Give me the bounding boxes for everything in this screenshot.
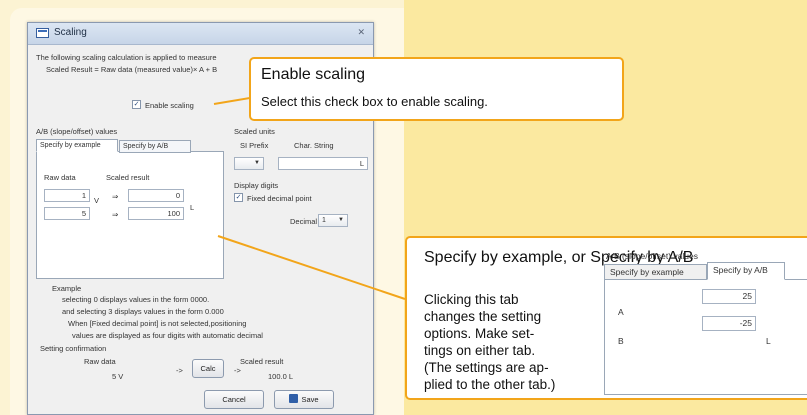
confirm-scaled-header: Scaled result bbox=[240, 357, 284, 366]
dropdown-arrow-icon: ▼ bbox=[254, 160, 260, 166]
scaled-result-1-input[interactable]: 0 bbox=[128, 189, 184, 202]
mini-b-label: B bbox=[618, 336, 624, 346]
save-label: Save bbox=[301, 395, 319, 404]
confirm-arrow-left: -> bbox=[176, 366, 183, 375]
callout-enable-title: Enable scaling bbox=[261, 66, 366, 83]
fixed-decimal-checkbox[interactable]: ✓ bbox=[234, 193, 243, 202]
save-button[interactable]: Save bbox=[274, 390, 334, 409]
mini-b-input[interactable]: -25 bbox=[702, 316, 756, 331]
raw-data-2-input[interactable]: 5 bbox=[44, 207, 90, 220]
confirm-raw-value: 5 V bbox=[112, 372, 124, 381]
tab-specify-by-ab[interactable]: Specify by A/B bbox=[119, 140, 191, 153]
mini-a-label: A bbox=[618, 307, 624, 317]
mini-ab-panel: A/B (slope/offset) values Specify by exa… bbox=[604, 251, 807, 395]
tab-specify-by-example[interactable]: Specify by example bbox=[36, 139, 118, 152]
intro-text: The following scaling calculation is app… bbox=[36, 53, 217, 62]
setting-confirmation-label: Setting confirmation bbox=[40, 344, 107, 353]
raw-data-1-input[interactable]: 1 bbox=[44, 189, 90, 202]
example-line-3: When [Fixed decimal point] is not select… bbox=[68, 319, 247, 328]
callout-specify-body: Clicking this tab changes the setting op… bbox=[424, 291, 604, 393]
callout-body-line: plied to the other tab.) bbox=[424, 377, 556, 392]
raw-unit-1: V bbox=[94, 196, 100, 205]
confirm-scaled-value: 100.0 L bbox=[268, 372, 294, 381]
decimal-value: 1 bbox=[322, 217, 326, 224]
scaled-result-2-input[interactable]: 100 bbox=[128, 207, 184, 220]
example-line-2: and selecting 3 displays values in the f… bbox=[62, 307, 224, 316]
arrow-1: ⇒ bbox=[112, 192, 119, 201]
ab-group-label: A/B (slope/offset) values bbox=[36, 127, 118, 136]
window-icon bbox=[36, 28, 49, 38]
cancel-button[interactable]: Cancel bbox=[204, 390, 264, 409]
mini-group-label: A/B (slope/offset) values bbox=[606, 251, 698, 261]
confirm-raw-header: Raw data bbox=[84, 357, 116, 366]
raw-data-header: Raw data bbox=[44, 173, 76, 182]
dialog-titlebar: Scaling ✕ bbox=[28, 23, 373, 45]
enable-scaling-checkbox[interactable]: ✓ bbox=[132, 100, 141, 109]
callout-enable-scaling: Enable scaling Select this check box to … bbox=[249, 57, 624, 121]
example-line-4: values are displayed as four digits with… bbox=[72, 331, 263, 340]
dialog-title: Scaling bbox=[54, 27, 87, 38]
char-string-input[interactable]: L bbox=[278, 157, 368, 170]
enable-scaling-label: Enable scaling bbox=[145, 101, 194, 110]
scaled-result-header: Scaled result bbox=[106, 173, 150, 182]
arrow-2: ⇒ bbox=[112, 210, 119, 219]
fixed-decimal-label: Fixed decimal point bbox=[247, 194, 312, 203]
mini-tab-specify-by-example[interactable]: Specify by example bbox=[604, 264, 707, 280]
scaled-units-label: Scaled units bbox=[234, 127, 275, 136]
close-icon[interactable]: ✕ bbox=[357, 27, 365, 38]
si-prefix-label: SI Prefix bbox=[240, 141, 269, 150]
char-string-label: Char. String bbox=[294, 141, 334, 150]
callout-body-line: tings on either tab. bbox=[424, 343, 536, 358]
si-prefix-select[interactable]: ▼ bbox=[234, 157, 264, 170]
example-label: Example bbox=[52, 284, 82, 293]
callout-body-line: Clicking this tab bbox=[424, 292, 519, 307]
scaled-unit-label: L bbox=[190, 203, 195, 212]
callout-body-line: options. Make set- bbox=[424, 326, 535, 341]
callout-enable-desc: Select this check box to enable scaling. bbox=[261, 94, 488, 109]
callout-body-line: changes the setting bbox=[424, 309, 542, 324]
mini-b-unit: L bbox=[766, 336, 771, 346]
calc-button[interactable]: Calc bbox=[192, 359, 224, 378]
example-line-1: selecting 0 displays values in the form … bbox=[62, 295, 210, 304]
display-digits-label: Display digits bbox=[234, 181, 279, 190]
decimal-label: Decimal bbox=[290, 217, 318, 226]
callout-body-line: (The settings are ap- bbox=[424, 360, 549, 375]
decimal-select[interactable]: 1 ▼ bbox=[318, 214, 348, 227]
formula-text: Scaled Result = Raw data (measured value… bbox=[46, 65, 218, 74]
dropdown-arrow-icon: ▼ bbox=[338, 217, 344, 223]
mini-tab-specify-by-ab[interactable]: Specify by A/B bbox=[707, 262, 785, 280]
mini-a-input[interactable]: 25 bbox=[702, 289, 756, 304]
floppy-disk-icon bbox=[289, 394, 299, 403]
confirm-arrow-right: -> bbox=[234, 366, 241, 375]
